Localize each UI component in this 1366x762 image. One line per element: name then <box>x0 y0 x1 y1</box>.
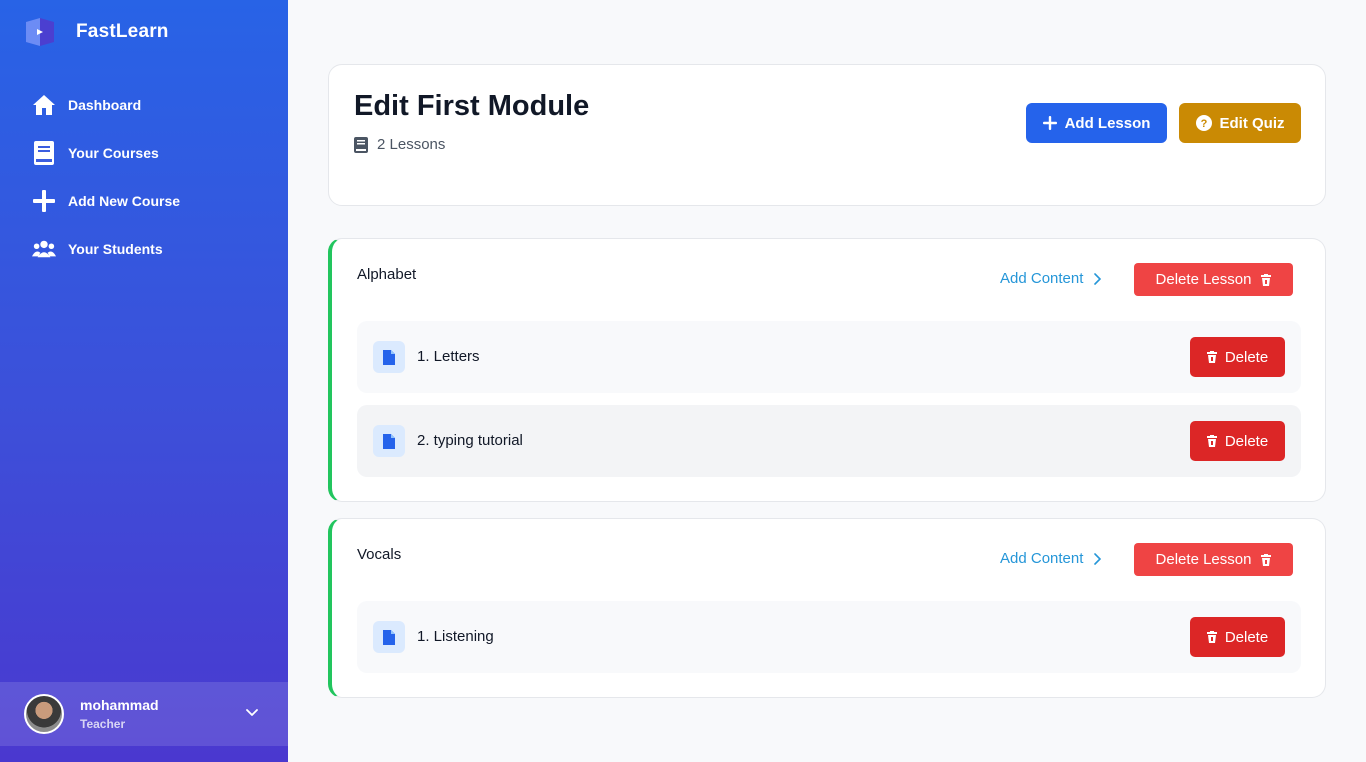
logo-icon <box>26 18 54 46</box>
delete-lesson-button[interactable]: Delete Lesson <box>1134 543 1293 576</box>
content-row[interactable]: 2. typing tutorial Delete <box>357 405 1301 477</box>
edit-quiz-label: Edit Quiz <box>1219 114 1285 132</box>
content-label: 1. Letters <box>417 348 480 365</box>
sidebar-item-dashboard[interactable]: Dashboard <box>0 81 288 129</box>
document-icon <box>373 341 405 373</box>
question-circle-icon: ? <box>1195 115 1212 131</box>
sidebar-item-label: Dashboard <box>68 97 142 113</box>
chevron-right-icon <box>1094 552 1102 565</box>
svg-text:?: ? <box>1200 118 1207 130</box>
add-content-link[interactable]: Add Content <box>1000 550 1102 567</box>
page-title: Edit First Module <box>354 90 590 122</box>
add-lesson-label: Add Lesson <box>1064 114 1151 132</box>
add-content-label: Add Content <box>1000 550 1084 567</box>
user-name: mohammad <box>80 697 159 713</box>
document-icon <box>373 621 405 653</box>
edit-quiz-button[interactable]: ? Edit Quiz <box>1179 103 1301 143</box>
app-name: FastLearn <box>76 21 169 42</box>
delete-lesson-label: Delete Lesson <box>1155 271 1252 288</box>
user-role: Teacher <box>80 717 126 731</box>
sidebar: FastLearn Dashboard Your Courses Add New… <box>0 0 288 762</box>
trash-icon <box>1261 273 1272 286</box>
home-icon <box>32 93 56 117</box>
user-info: mohammad Teacher <box>80 697 159 731</box>
delete-content-button[interactable]: Delete <box>1190 421 1285 461</box>
content-row[interactable]: 1. Listening Delete <box>357 601 1301 673</box>
lesson-card: Vocals Add Content Delete Lesson 1. List… <box>328 518 1326 698</box>
content-label: 2. typing tutorial <box>417 432 523 449</box>
add-lesson-button[interactable]: Add Lesson <box>1026 103 1167 143</box>
delete-label: Delete <box>1224 432 1269 450</box>
sidebar-item-label: Your Courses <box>68 145 159 161</box>
chevron-down-icon[interactable] <box>244 704 260 720</box>
plus-icon <box>1042 116 1057 130</box>
sidebar-item-your-courses[interactable]: Your Courses <box>0 129 288 177</box>
content-row[interactable]: 1. Letters Delete <box>357 321 1301 393</box>
lesson-title: Vocals <box>357 546 402 563</box>
trash-icon <box>1261 553 1272 566</box>
trash-icon <box>1206 351 1217 363</box>
avatar <box>24 694 64 734</box>
delete-lesson-label: Delete Lesson <box>1155 551 1252 568</box>
lesson-title: Alphabet <box>357 266 417 283</box>
lesson-card: Alphabet Add Content Delete Lesson 1. Le… <box>328 238 1326 502</box>
module-header-card: Edit First Module 2 Lessons Add Lesson ?… <box>328 64 1326 206</box>
sidebar-item-label: Your Students <box>68 241 163 257</box>
add-content-label: Add Content <box>1000 270 1084 287</box>
lesson-count: 2 Lessons <box>354 136 445 153</box>
lesson-count-text: 2 Lessons <box>377 136 446 153</box>
users-icon <box>32 237 56 261</box>
delete-content-button[interactable]: Delete <box>1190 617 1285 657</box>
trash-icon <box>1206 435 1217 447</box>
book-icon <box>32 141 56 165</box>
plus-icon <box>32 189 56 213</box>
sidebar-item-label: Add New Course <box>68 193 181 209</box>
chevron-right-icon <box>1094 272 1102 285</box>
brand[interactable]: FastLearn <box>24 14 169 50</box>
delete-lesson-button[interactable]: Delete Lesson <box>1134 263 1293 296</box>
delete-label: Delete <box>1224 348 1269 366</box>
sidebar-nav: Dashboard Your Courses Add New Course Yo… <box>0 81 288 273</box>
content-label: 1. Listening <box>417 628 494 645</box>
sidebar-item-your-students[interactable]: Your Students <box>0 225 288 273</box>
delete-label: Delete <box>1224 628 1269 646</box>
delete-content-button[interactable]: Delete <box>1190 337 1285 377</box>
add-content-link[interactable]: Add Content <box>1000 270 1102 287</box>
book-icon <box>354 136 368 153</box>
document-icon <box>373 425 405 457</box>
user-menu[interactable]: mohammad Teacher <box>0 682 288 746</box>
trash-icon <box>1206 631 1217 643</box>
sidebar-item-add-new-course[interactable]: Add New Course <box>0 177 288 225</box>
